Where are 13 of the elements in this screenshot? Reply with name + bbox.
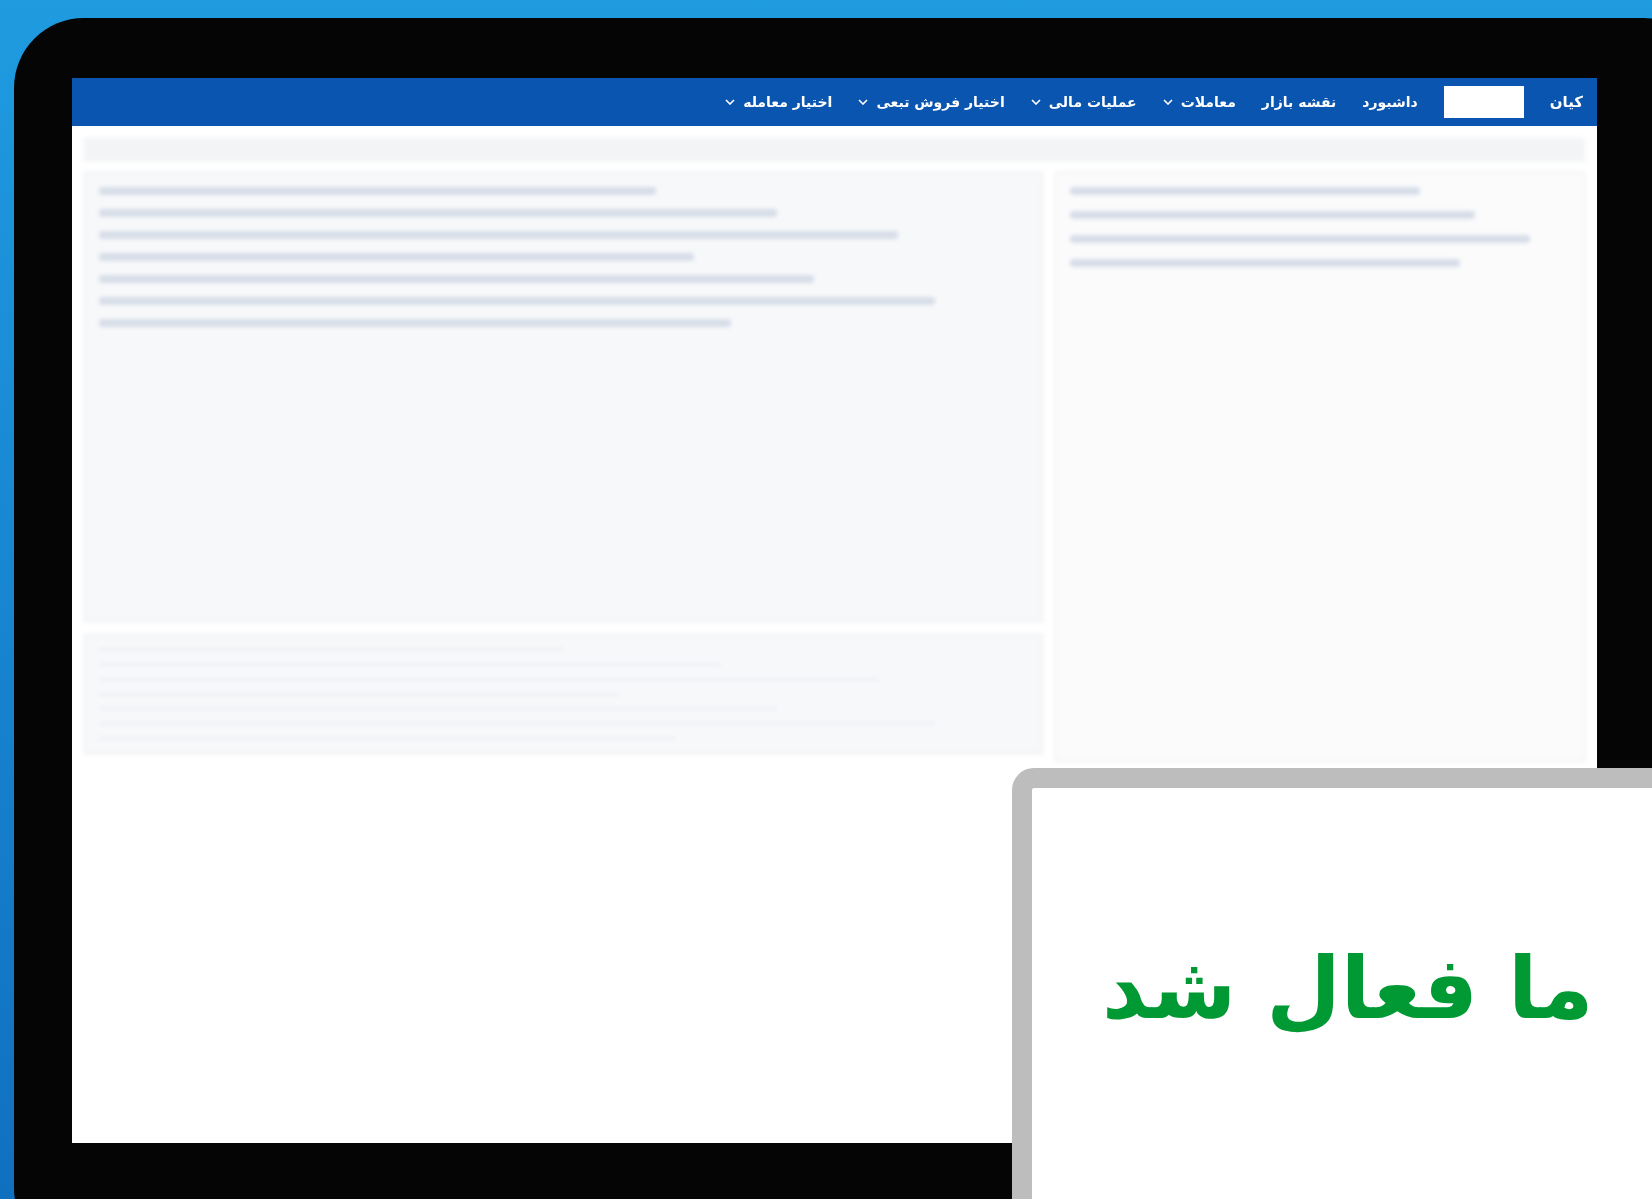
nav-menu-item[interactable]: عملیات مالی: [1030, 94, 1137, 110]
nav-menu-item[interactable]: داشبورد: [1362, 94, 1418, 110]
nav-menu-item[interactable]: اختیار فروش تبعی: [858, 94, 1005, 110]
nav-menu-item[interactable]: نقشه بازار: [1261, 94, 1337, 110]
chevron-down-icon: [725, 99, 736, 105]
nav-menu-item[interactable]: اختیار معامله: [725, 94, 833, 110]
chevron-down-icon: [858, 99, 869, 105]
popup-message: ما فعال شد: [1102, 938, 1594, 1038]
chevron-down-icon: [1030, 99, 1041, 105]
chevron-down-icon: [1162, 99, 1173, 105]
nav-menu-item[interactable]: معاملات: [1162, 94, 1236, 110]
active-nav-tab[interactable]: [1443, 86, 1524, 118]
logo-text: کیان: [1549, 93, 1583, 111]
